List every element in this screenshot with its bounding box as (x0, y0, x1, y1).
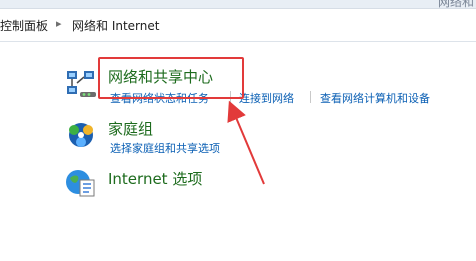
annotation-arrow-icon (227, 100, 265, 185)
